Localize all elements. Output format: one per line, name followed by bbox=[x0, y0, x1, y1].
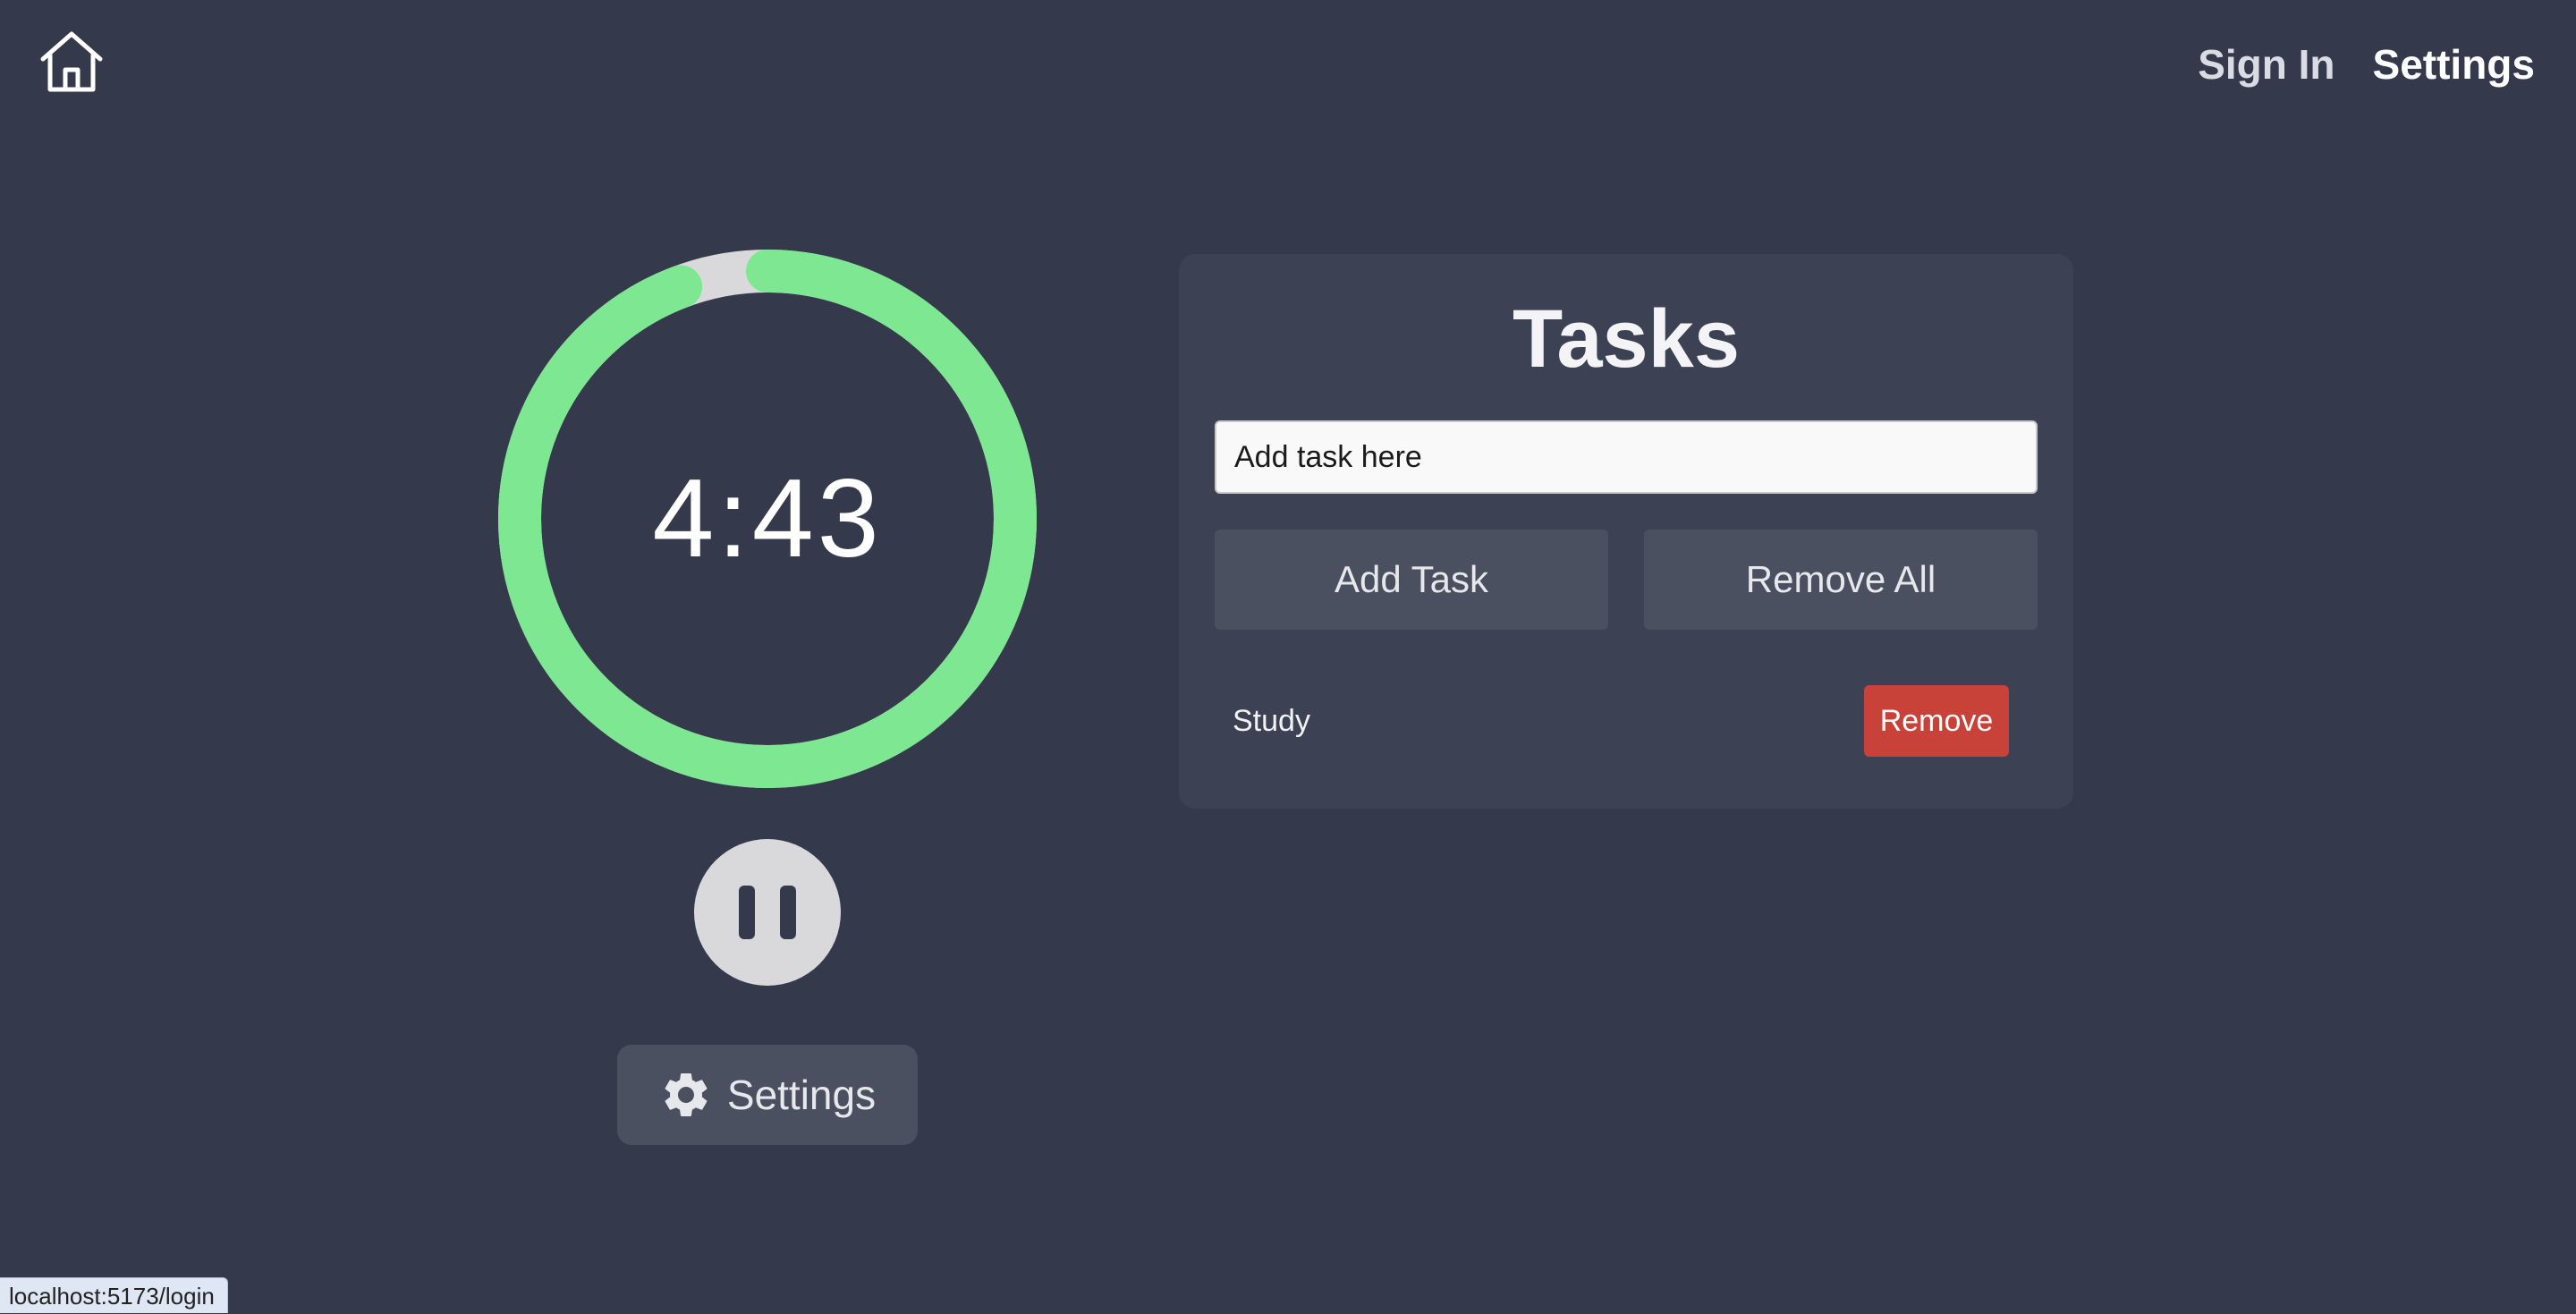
timer-display: 4:43 bbox=[652, 457, 883, 581]
timer-settings-button[interactable]: Settings bbox=[617, 1045, 918, 1145]
home-icon bbox=[38, 29, 106, 95]
tasks-title: Tasks bbox=[1512, 293, 1741, 385]
remove-all-button[interactable]: Remove All bbox=[1644, 530, 2038, 630]
status-bar-url: localhost:5173/login bbox=[0, 1277, 228, 1313]
timer-ring: 4:43 bbox=[497, 249, 1038, 789]
tasks-panel: Tasks Add Task Remove All Study Remove bbox=[1179, 254, 2073, 809]
task-input[interactable] bbox=[1215, 420, 2038, 494]
pause-icon-bar-left bbox=[739, 886, 755, 939]
task-list-item: Study Remove bbox=[1215, 685, 2038, 757]
sign-in-link[interactable]: Sign In bbox=[2198, 38, 2334, 91]
settings-link[interactable]: Settings bbox=[2373, 38, 2535, 91]
top-nav: Sign In Settings bbox=[2198, 38, 2535, 91]
task-name: Study bbox=[1233, 704, 1310, 738]
add-task-button[interactable]: Add Task bbox=[1215, 530, 1608, 630]
home-link[interactable] bbox=[38, 29, 106, 95]
pause-icon-bar-right bbox=[780, 886, 796, 939]
pause-button[interactable] bbox=[694, 839, 841, 986]
remove-task-button[interactable]: Remove bbox=[1864, 685, 2009, 757]
gear-icon bbox=[659, 1068, 713, 1122]
timer-settings-label: Settings bbox=[726, 1072, 877, 1118]
